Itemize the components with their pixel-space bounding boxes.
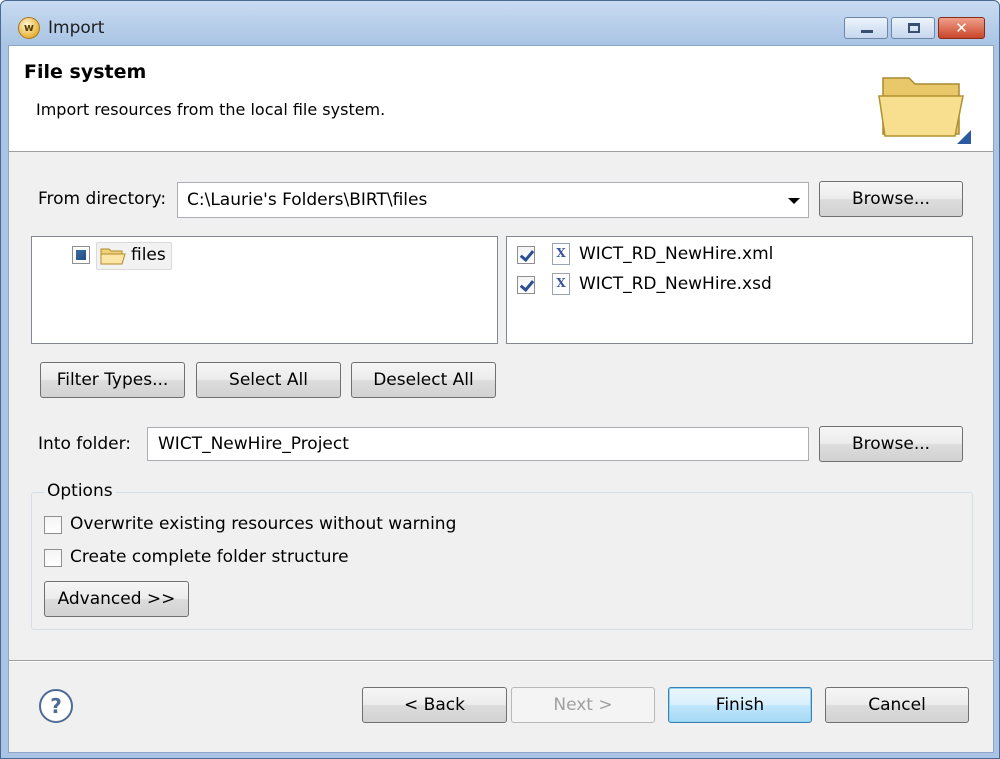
from-directory-browse-button[interactable]: Browse... xyxy=(819,181,963,217)
folder-icon xyxy=(100,248,126,265)
select-all-button[interactable]: Select All xyxy=(196,362,341,398)
help-icon[interactable]: ? xyxy=(39,689,73,723)
minimize-icon xyxy=(861,30,873,33)
maximize-icon xyxy=(908,23,920,33)
wizard-banner: File system Import resources from the lo… xyxy=(9,46,993,152)
into-folder-browse-button[interactable]: Browse... xyxy=(819,426,963,462)
cancel-button[interactable]: Cancel xyxy=(825,687,969,723)
import-dialog-window: w Import ✕ File system Import resources … xyxy=(0,0,1000,759)
deselect-all-button[interactable]: Deselect All xyxy=(351,362,496,398)
minimize-button[interactable] xyxy=(844,17,888,39)
xml-file-icon-letter: X xyxy=(556,246,566,260)
xsd-file-icon: X xyxy=(552,273,570,295)
complete-folder-checkbox[interactable] xyxy=(44,549,62,567)
from-directory-label: From directory: xyxy=(38,189,167,209)
file-label: WICT_RD_NewHire.xml xyxy=(579,244,774,264)
footer-separator xyxy=(9,660,993,662)
close-button[interactable]: ✕ xyxy=(938,17,985,39)
into-folder-input[interactable] xyxy=(148,428,808,460)
into-folder-label: Into folder: xyxy=(38,434,132,454)
close-icon: ✕ xyxy=(955,19,968,37)
title-bar[interactable]: w Import ✕ xyxy=(1,1,999,45)
advanced-button[interactable]: Advanced >> xyxy=(44,581,189,617)
file-label: WICT_RD_NewHire.xsd xyxy=(579,274,772,294)
xml-file-icon: X xyxy=(552,243,570,265)
file-checkbox[interactable] xyxy=(517,276,535,294)
from-directory-value: C:\Laurie's Folders\BIRT\files xyxy=(187,190,428,210)
overwrite-label[interactable]: Overwrite existing resources without war… xyxy=(70,514,456,534)
file-checkbox[interactable] xyxy=(517,246,535,264)
tree-item-checkbox[interactable] xyxy=(72,246,90,264)
xsd-file-icon-letter: X xyxy=(556,276,566,290)
window-title: Import xyxy=(48,18,105,38)
banner-title: File system xyxy=(24,61,147,83)
filter-types-button[interactable]: Filter Types... xyxy=(40,362,185,398)
dialog-body: File system Import resources from the lo… xyxy=(8,45,994,753)
chevron-down-icon[interactable] xyxy=(784,190,804,210)
folder-tree[interactable]: files xyxy=(31,236,498,344)
complete-folder-label[interactable]: Create complete folder structure xyxy=(70,547,349,567)
maximize-button[interactable] xyxy=(891,17,935,39)
into-folder-field[interactable] xyxy=(147,427,809,461)
tree-item-label: files xyxy=(131,245,166,265)
open-folder-icon xyxy=(878,77,971,144)
finish-button[interactable]: Finish xyxy=(668,687,812,723)
app-logo-icon: w xyxy=(18,17,40,39)
back-button[interactable]: < Back xyxy=(362,687,507,723)
from-directory-combobox[interactable]: C:\Laurie's Folders\BIRT\files xyxy=(177,182,809,218)
options-group: Options Overwrite existing resources wit… xyxy=(31,481,973,630)
banner-description: Import resources from the local file sys… xyxy=(36,100,386,119)
options-title: Options xyxy=(44,481,116,501)
file-list[interactable]: X WICT_RD_NewHire.xml X WICT_RD_NewHire.… xyxy=(506,236,973,344)
overwrite-checkbox[interactable] xyxy=(44,516,62,534)
next-button: Next > xyxy=(511,687,655,723)
